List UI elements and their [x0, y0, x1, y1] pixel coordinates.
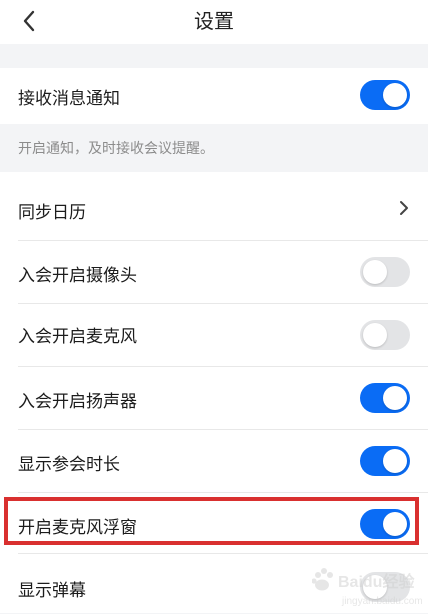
baidu-watermark: Baidu经验 jingyan.baidu.com [311, 566, 424, 610]
mic-on-join-label: 入会开启麦克风 [18, 327, 137, 347]
setting-mic-on-join: 入会开启麦克风 [0, 304, 428, 366]
page-title: 设置 [194, 9, 234, 33]
setting-speaker-on-join: 入会开启扬声器 [0, 367, 428, 429]
sync-calendar-label: 同步日历 [18, 203, 86, 223]
show-duration-toggle[interactable] [360, 446, 410, 476]
setting-show-duration: 显示参会时长 [0, 430, 428, 492]
header-bar: 设置 [0, 0, 428, 44]
notification-hint-text: 开启通知，及时接收会议提醒。 [18, 141, 214, 157]
setting-sync-calendar[interactable]: 同步日历 [0, 172, 428, 240]
chevron-right-icon [394, 198, 414, 218]
toggle-knob [363, 260, 387, 284]
speaker-on-join-label: 入会开启扬声器 [18, 392, 137, 412]
toggle-knob [383, 449, 407, 473]
receive-notifications-label: 接收消息通知 [18, 89, 120, 109]
camera-on-join-label: 入会开启摄像头 [18, 266, 137, 286]
highlight-box [4, 497, 419, 545]
notification-hint-area: 开启通知，及时接收会议提醒。 [0, 124, 428, 172]
toggle-knob [383, 83, 407, 107]
mic-on-join-toggle[interactable] [360, 320, 410, 350]
speaker-on-join-toggle[interactable] [360, 383, 410, 413]
watermark-text: Baidu经验 [338, 572, 415, 591]
receive-notifications-toggle[interactable] [360, 80, 410, 110]
setting-receive-notifications: 接收消息通知 [0, 68, 428, 124]
show-duration-label: 显示参会时长 [18, 455, 120, 475]
toggle-knob [363, 323, 387, 347]
show-danmaku-label: 显示弹幕 [18, 581, 86, 601]
watermark-subtext: jingyan.baidu.com [341, 596, 423, 607]
setting-camera-on-join: 入会开启摄像头 [0, 241, 428, 303]
settings-group: 同步日历 入会开启摄像头 入会开启麦克风 入会开启扬声器 显示参会时长 开启麦克… [0, 172, 428, 613]
camera-on-join-toggle[interactable] [360, 257, 410, 287]
toggle-knob [383, 386, 407, 410]
